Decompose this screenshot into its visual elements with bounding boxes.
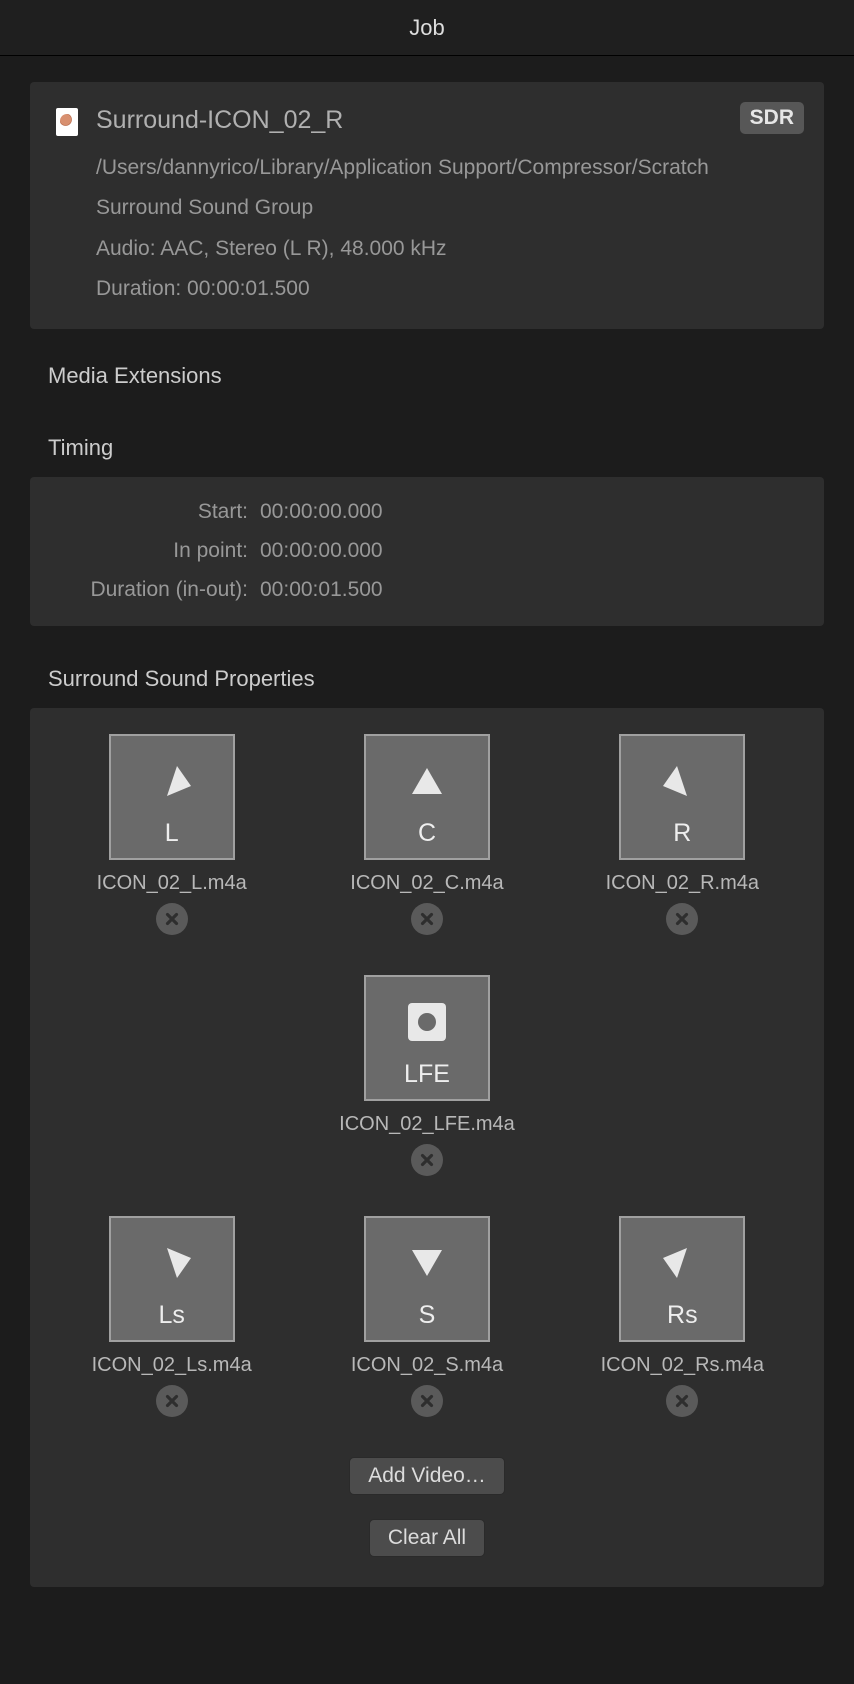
channel-well[interactable]: Rs: [619, 1216, 745, 1342]
channel-code: S: [419, 1301, 436, 1330]
channel-c: C ICON_02_C.m4a: [303, 734, 550, 935]
channel-well[interactable]: R: [619, 734, 745, 860]
arrow-up-icon: [402, 756, 452, 806]
remove-channel-button[interactable]: [156, 903, 188, 935]
timing-label: Duration (in-out):: [50, 571, 260, 610]
arrow-up-right-icon: [657, 756, 707, 806]
channel-s: S ICON_02_S.m4a: [303, 1216, 550, 1417]
timing-block: Start:00:00:00.000In point:00:00:00.000D…: [30, 477, 824, 626]
channel-filename: ICON_02_L.m4a: [97, 872, 247, 895]
timing-row: In point:00:00:00.000: [50, 532, 804, 571]
remove-channel-button[interactable]: [666, 903, 698, 935]
remove-channel-button[interactable]: [411, 1144, 443, 1176]
channel-l: L ICON_02_L.m4a: [48, 734, 295, 935]
window-title-text: Job: [409, 15, 444, 41]
remove-channel-button[interactable]: [666, 1385, 698, 1417]
channel-filename: ICON_02_Ls.m4a: [92, 1354, 252, 1377]
arrow-down-icon: [402, 1238, 452, 1288]
job-audio-summary: Audio: AAC, Stereo (L R), 48.000 kHz: [96, 235, 798, 263]
job-group: Surround Sound Group: [96, 194, 798, 222]
job-summary-card: SDR Surround-ICON_02_R /Users/dannyrico/…: [30, 82, 824, 329]
arrow-up-left-icon: [147, 756, 197, 806]
timing-row: Duration (in-out):00:00:01.500: [50, 571, 804, 610]
timing-value: 00:00:00.000: [260, 532, 383, 571]
channel-filename: ICON_02_S.m4a: [351, 1354, 503, 1377]
channel-filename: ICON_02_R.m4a: [606, 872, 759, 895]
timing-heading: Timing: [48, 435, 824, 461]
channel-well[interactable]: S: [364, 1216, 490, 1342]
channel-filename: ICON_02_LFE.m4a: [339, 1113, 515, 1136]
timing-label: Start:: [50, 493, 260, 532]
channel-well[interactable]: L: [109, 734, 235, 860]
lfe-icon: [402, 997, 452, 1047]
surround-heading: Surround Sound Properties: [48, 666, 824, 692]
channel-ls: Ls ICON_02_Ls.m4a: [48, 1216, 295, 1417]
channel-well[interactable]: LFE: [364, 975, 490, 1101]
channel-code: C: [418, 819, 436, 848]
channel-code: LFE: [404, 1060, 450, 1089]
channel-lfe: LFE ICON_02_LFE.m4a: [303, 975, 550, 1176]
channel-well[interactable]: C: [364, 734, 490, 860]
timing-row: Start:00:00:00.000: [50, 493, 804, 532]
timing-value: 00:00:01.500: [260, 571, 383, 610]
arrow-down-right-icon: [657, 1238, 707, 1288]
media-extensions-heading: Media Extensions: [48, 363, 824, 389]
clear-all-button[interactable]: Clear All: [369, 1519, 485, 1557]
job-path: /Users/dannyrico/Library/Application Sup…: [96, 154, 798, 182]
channel-code: L: [165, 819, 179, 848]
channel-code: Rs: [667, 1301, 698, 1330]
channel-well[interactable]: Ls: [109, 1216, 235, 1342]
channel-filename: ICON_02_C.m4a: [350, 872, 503, 895]
remove-channel-button[interactable]: [411, 1385, 443, 1417]
channel-rs: Rs ICON_02_Rs.m4a: [559, 1216, 806, 1417]
job-name: Surround-ICON_02_R: [96, 106, 343, 135]
window-title: Job: [0, 0, 854, 56]
timing-value: 00:00:00.000: [260, 493, 383, 532]
channel-r: R ICON_02_R.m4a: [559, 734, 806, 935]
add-video-button[interactable]: Add Video…: [349, 1457, 505, 1495]
sdr-badge: SDR: [740, 102, 804, 134]
channel-filename: ICON_02_Rs.m4a: [601, 1354, 764, 1377]
remove-channel-button[interactable]: [156, 1385, 188, 1417]
surround-block: L ICON_02_L.m4a C ICON_02_C.m4a R ICON_02_R.m…: [30, 708, 824, 1587]
channel-code: R: [673, 819, 691, 848]
timing-label: In point:: [50, 532, 260, 571]
channel-code: Ls: [158, 1301, 184, 1330]
job-duration: Duration: 00:00:01.500: [96, 275, 798, 303]
remove-channel-button[interactable]: [411, 903, 443, 935]
arrow-down-left-icon: [147, 1238, 197, 1288]
document-icon: [56, 108, 78, 136]
